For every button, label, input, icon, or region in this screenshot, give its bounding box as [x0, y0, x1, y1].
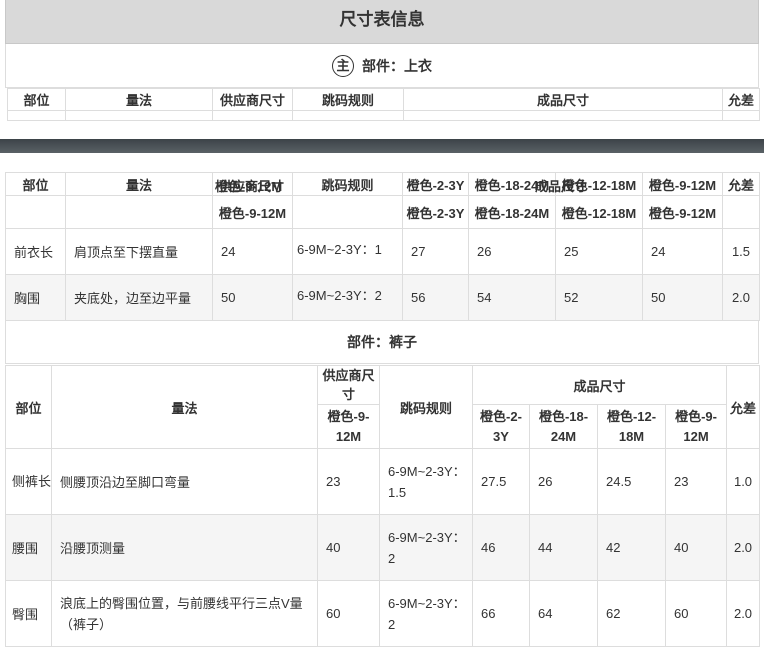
row-part: 胸围: [5, 274, 66, 321]
size-col-3-repeat: 橙色-12-18M: [555, 195, 643, 229]
finished-overlap: 成品尺寸: [535, 179, 588, 194]
row-tolerance: 2.0: [726, 580, 761, 647]
row-size: 24.5: [597, 448, 666, 515]
row-rule: 6-9M~2-3Y：1.5: [379, 448, 473, 515]
row-rule: 6-9M~2-3Y：1: [292, 228, 403, 275]
pants-size-col-1: 橙色-2-3Y: [472, 404, 530, 449]
row-size: 62: [597, 580, 666, 647]
row-method: 肩顶点至下摆直量: [65, 228, 213, 275]
row-supplier: 40: [317, 514, 380, 581]
row-tolerance: 1.0: [726, 448, 761, 515]
row-method: 浪底上的臀围位置，与前腰线平行三点V量（裤子）: [51, 580, 318, 647]
section-divider: [0, 139, 764, 153]
header-tolerance: 允差: [722, 88, 760, 111]
row-part: 侧裤长: [5, 448, 52, 515]
row-size: 40: [664, 514, 728, 581]
row-size: 64: [529, 580, 598, 647]
row-size: 54: [468, 274, 556, 321]
header-grading-rule: 跳码规则: [292, 88, 404, 111]
pants-header-part: 部位: [5, 365, 52, 449]
row-rule: 6-9M~2-3Y：2: [379, 580, 473, 647]
header-method: 量法: [65, 88, 213, 111]
row-size: 26: [468, 228, 556, 275]
row-part: 腰围: [5, 514, 52, 581]
table-header-part: 部位: [5, 172, 66, 196]
row-size: 24: [642, 228, 723, 275]
row-size: 56: [402, 274, 469, 321]
table-header-supplier: 橙色-9-12M 供应商尺寸: [212, 172, 293, 196]
header-supplier-size: 供应商尺寸: [212, 88, 293, 111]
table-header-method: 量法: [65, 172, 213, 196]
row-supplier: 60: [317, 580, 380, 647]
pants-header-method: 量法: [51, 365, 318, 449]
row-method: 沿腰顶测量: [51, 514, 318, 581]
part-header-top: 主 部件：上衣: [5, 44, 759, 88]
part-label-pants: 部件：裤子: [5, 320, 759, 364]
size-col-2: 橙色-18-24M 成品尺寸: [468, 172, 587, 196]
sticky-header-table: 部位 量法 供应商尺寸 跳码规则 成品尺寸 允差: [7, 88, 760, 121]
row-tolerance: 1.5: [722, 228, 760, 275]
row-tolerance: 2.0: [726, 514, 761, 581]
supplier-overlap-b: 供应商尺寸: [219, 179, 285, 194]
header-finished-size: 成品尺寸: [403, 88, 723, 111]
row-size: 66: [472, 580, 530, 647]
header-part: 部位: [7, 88, 66, 111]
row-size: 60: [664, 580, 728, 647]
pants-supplier-size-col: 橙色-9-12M: [317, 404, 380, 449]
row-size: 27.5: [472, 448, 530, 515]
table-row: 胸围 夹底处，边至边平量 50 6-9M~2-3Y：2 56 54 52 50 …: [5, 274, 760, 321]
row-part: 臀围: [5, 580, 52, 647]
row-supplier: 50: [212, 274, 293, 321]
table-row: 腰围 沿腰顶测量 40 6-9M~2-3Y：2 46 44 42 40 2.0: [5, 514, 761, 581]
row-size: 23: [664, 448, 728, 515]
row-size: 52: [555, 274, 643, 321]
row-size: 46: [472, 514, 530, 581]
pants-size-table: 部位 量法 供应商尺寸 跳码规则 成品尺寸 允差 橙色-9-12M 橙色-2-3…: [5, 365, 761, 647]
table-row: 侧裤长 侧腰顶沿边至脚口弯量 23 6-9M~2-3Y：1.5 27.5 26 …: [5, 448, 761, 515]
row-size: 25: [555, 228, 643, 275]
row-method: 侧腰顶沿边至脚口弯量: [51, 448, 318, 515]
row-method: 夹底处，边至边平量: [65, 274, 213, 321]
primary-badge: 主: [332, 54, 354, 77]
row-size: 50: [642, 274, 723, 321]
size-col-1-repeat: 橙色-2-3Y: [402, 195, 469, 229]
pants-size-col-3: 橙色-12-18M: [597, 404, 666, 449]
supplier-size-col: 橙色-9-12M: [212, 195, 293, 229]
row-size: 27: [402, 228, 469, 275]
pants-header-tolerance: 允差: [726, 365, 761, 449]
pants-header-rule: 跳码规则: [379, 365, 473, 449]
size-col-4: 橙色-9-12M: [642, 172, 723, 196]
row-rule: 6-9M~2-3Y：2: [379, 514, 473, 581]
table-header-rule: 跳码规则: [292, 172, 403, 196]
top-size-table: 部位 量法 橙色-9-12M 供应商尺寸 跳码规则 橙色-2-3Y 橙色-18-…: [5, 172, 760, 321]
size-col-4-repeat: 橙色-9-12M: [642, 195, 723, 229]
row-tolerance: 2.0: [722, 274, 760, 321]
pants-header-finished: 成品尺寸: [471, 365, 728, 405]
pants-size-col-2: 橙色-18-24M: [529, 404, 598, 449]
row-part: 前衣长: [5, 228, 66, 275]
page-title: 尺寸表信息: [5, 0, 759, 44]
row-rule: 6-9M~2-3Y：2: [292, 274, 403, 321]
row-supplier: 24: [212, 228, 293, 275]
table-row: 臀围 浪底上的臀围位置，与前腰线平行三点V量（裤子） 60 6-9M~2-3Y：…: [5, 580, 761, 647]
row-size: 26: [529, 448, 598, 515]
pants-size-col-4: 橙色-9-12M: [664, 404, 728, 449]
row-size: 44: [529, 514, 598, 581]
table-row: 前衣长 肩顶点至下摆直量 24 6-9M~2-3Y：1 27 26 25 24 …: [5, 228, 760, 275]
part-label-top: 部件：上衣: [362, 57, 432, 74]
row-size: 42: [597, 514, 666, 581]
row-supplier: 23: [317, 448, 380, 515]
table-header-tolerance: 允差: [722, 172, 760, 196]
size-col-1: 橙色-2-3Y: [402, 172, 469, 196]
pants-header-supplier: 供应商尺寸: [317, 365, 380, 405]
size-col-2-repeat: 橙色-18-24M: [468, 195, 556, 229]
